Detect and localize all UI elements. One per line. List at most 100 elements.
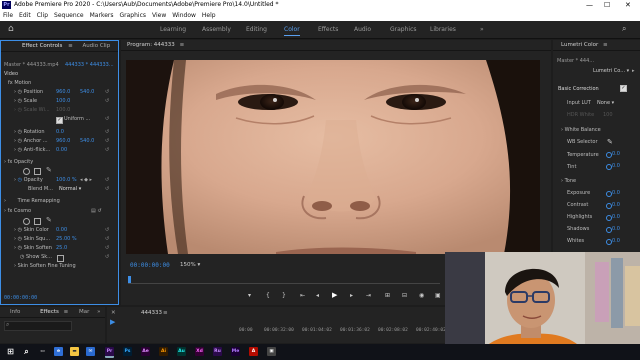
menu-markers[interactable]: Markers: [87, 10, 117, 21]
anchor-x-value[interactable]: 960.0: [56, 138, 70, 145]
ellipse-mask-icon[interactable]: [23, 218, 30, 225]
compare-view-icon[interactable]: ▣: [435, 292, 441, 299]
windows-start-icon[interactable]: ⊞: [6, 347, 15, 356]
tint-value[interactable]: 0.0: [612, 163, 620, 170]
play-icon[interactable]: ▶: [332, 291, 337, 299]
premiere-rush-taskbar-icon[interactable]: Ru: [213, 347, 222, 356]
ellipse-mask-icon[interactable]: [23, 168, 30, 175]
skin-soften-value[interactable]: 25.0: [56, 245, 67, 252]
panel-menu-icon[interactable]: ≡: [68, 43, 73, 49]
tone-section[interactable]: › Tone: [561, 178, 576, 185]
show-skin-checkbox[interactable]: [57, 255, 64, 262]
reset-icon[interactable]: ↺: [105, 186, 109, 192]
lumetri-title[interactable]: Lumetri Color: [561, 42, 598, 48]
opacity-effect[interactable]: › fx Opacity: [4, 159, 33, 166]
reset-icon[interactable]: ↺: [105, 236, 109, 242]
reset-icon[interactable]: ↺: [105, 147, 109, 153]
menu-view[interactable]: View: [149, 10, 169, 21]
reset-icon[interactable]: ↺: [105, 116, 109, 122]
reset-icon[interactable]: ↺: [105, 254, 109, 260]
whites-value[interactable]: 0.0: [612, 238, 620, 245]
blend-mode-select[interactable]: Normal ▾: [59, 186, 81, 193]
home-icon[interactable]: ⌂: [8, 24, 14, 34]
step-back-icon[interactable]: ◂: [316, 292, 319, 299]
lumetri-master-label[interactable]: Master * 444...: [557, 58, 594, 65]
search-icon[interactable]: ⌕: [622, 24, 626, 34]
reset-icon[interactable]: ↺: [105, 227, 109, 233]
close-icon[interactable]: ✕: [625, 0, 631, 10]
video-frame[interactable]: [126, 60, 540, 254]
cosmo-effect[interactable]: › fx Cosmo: [4, 208, 31, 215]
motion-effect[interactable]: fx Motion: [8, 80, 31, 87]
reset-icon[interactable]: ↺: [105, 245, 109, 251]
workspace-tab-libraries[interactable]: Libraries: [430, 21, 456, 38]
lumetri-clip-select[interactable]: Lumetri Co... ▾: [593, 68, 629, 75]
premiere-taskbar-icon[interactable]: Pr: [105, 347, 114, 358]
zoom-select[interactable]: 150% ▾: [180, 262, 200, 268]
playhead-handle[interactable]: [128, 276, 131, 283]
shadows-value[interactable]: 0.0: [612, 226, 620, 233]
contrast-value[interactable]: 0.0: [612, 202, 620, 209]
go-to-out-icon[interactable]: ⇥: [366, 292, 371, 299]
menu-window[interactable]: Window: [169, 10, 199, 21]
menu-sequence[interactable]: Sequence: [51, 10, 87, 21]
menu-file[interactable]: File: [0, 10, 16, 21]
basic-correction-section[interactable]: Basic Correction: [558, 86, 599, 93]
go-to-in-icon[interactable]: ⇤: [300, 292, 305, 299]
skin-squelch-value[interactable]: 25.00 %: [56, 236, 77, 243]
rectangle-mask-icon[interactable]: [34, 168, 41, 175]
clip-label[interactable]: 444333 * 444333...: [65, 62, 114, 69]
input-lut-select[interactable]: None ▾: [597, 100, 614, 107]
reset-icon[interactable]: ↺: [105, 89, 109, 95]
pen-mask-icon[interactable]: ✎: [46, 216, 52, 224]
mark-out-icon[interactable]: }: [282, 292, 286, 299]
menu-graphics[interactable]: Graphics: [117, 10, 150, 21]
reset-icon[interactable]: ↺: [105, 98, 109, 104]
export-frame-icon[interactable]: ◉: [419, 292, 424, 299]
skin-soften-fine-tuning-row[interactable]: › Skin Soften Fine Tuning: [14, 263, 76, 270]
illustrator-taskbar-icon[interactable]: Ai: [159, 347, 168, 356]
scale-value[interactable]: 100.0: [56, 98, 70, 105]
minimize-icon[interactable]: —: [586, 0, 593, 10]
position-y-value[interactable]: 540.0: [80, 89, 94, 96]
lumetri-options-icon[interactable]: ▸: [632, 68, 635, 74]
maximize-icon[interactable]: ☐: [604, 0, 610, 10]
effects-search-input[interactable]: ⌕: [4, 321, 72, 331]
media-encoder-taskbar-icon[interactable]: Me: [231, 347, 240, 356]
skin-color-value[interactable]: 0.00: [56, 227, 67, 234]
position-x-value[interactable]: 960.0: [56, 89, 70, 96]
sequence-tab[interactable]: 444333: [141, 310, 162, 316]
panel-overflow-icon[interactable]: »: [97, 309, 100, 315]
effect-controls-timecode[interactable]: 00:00:00:00: [4, 295, 37, 302]
reset-icon[interactable]: ↺: [105, 129, 109, 135]
workspace-tab-assembly[interactable]: Assembly: [202, 21, 231, 38]
selection-tool-icon[interactable]: ▶: [110, 318, 115, 326]
menu-clip[interactable]: Clip: [34, 10, 51, 21]
keyframe-nav-icon[interactable]: ◂ ◆ ▸: [80, 177, 92, 184]
tab-markers[interactable]: Mar: [79, 309, 89, 315]
panel-menu-icon[interactable]: ≡: [163, 310, 168, 316]
program-monitor-title[interactable]: Program: 444333: [127, 42, 175, 48]
monitor-scrub-bar[interactable]: [128, 275, 440, 284]
panel-menu-icon[interactable]: ≡: [603, 42, 608, 48]
step-forward-icon[interactable]: ▸: [350, 292, 353, 299]
workspace-tab-audio[interactable]: Audio: [354, 21, 371, 38]
pen-mask-icon[interactable]: ✎: [46, 166, 52, 174]
effect-options-icon[interactable]: ▤ ↺: [91, 208, 102, 214]
file-explorer-icon[interactable]: ▬: [70, 347, 79, 356]
rotation-value[interactable]: 0.0: [56, 129, 64, 136]
white-balance-section[interactable]: › White Balance: [561, 127, 601, 134]
close-icon[interactable]: ✕: [111, 310, 116, 316]
xd-taskbar-icon[interactable]: Xd: [195, 347, 204, 356]
edge-icon[interactable]: e: [54, 347, 63, 356]
photoshop-taskbar-icon[interactable]: Ps: [123, 347, 132, 356]
time-remapping-effect[interactable]: › Time Remapping: [4, 198, 60, 205]
reset-icon[interactable]: ↺: [105, 177, 109, 183]
mark-in-icon[interactable]: {: [266, 292, 270, 299]
master-clip-label[interactable]: Master * 444333.mp4: [4, 62, 59, 69]
overwrite-icon[interactable]: ⊟: [402, 292, 407, 299]
workspace-tab-graphics[interactable]: Graphics: [390, 21, 417, 38]
basic-correction-checkbox[interactable]: ✓: [620, 85, 627, 92]
panel-menu-icon[interactable]: ≡: [64, 309, 69, 315]
menu-help[interactable]: Help: [199, 10, 219, 21]
